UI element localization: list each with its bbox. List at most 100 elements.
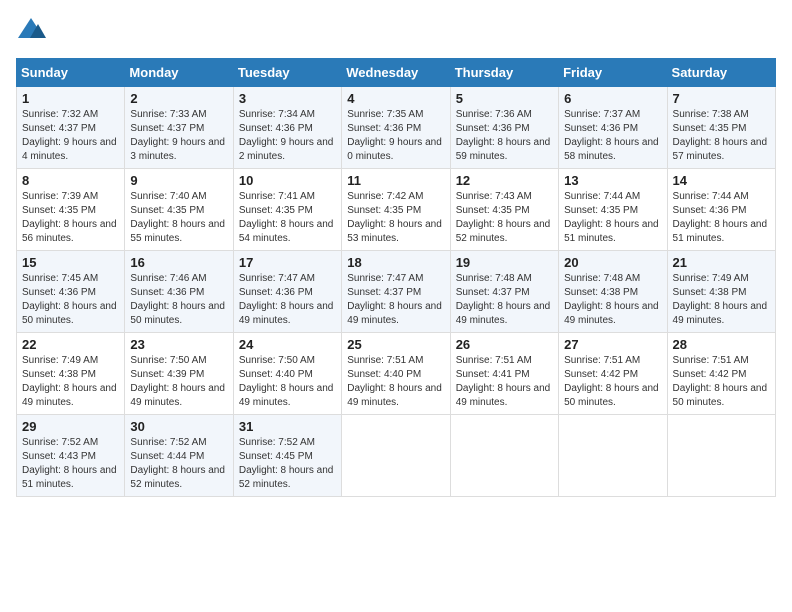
day-number: 4: [347, 91, 444, 106]
day-number: 18: [347, 255, 444, 270]
calendar-cell: 25 Sunrise: 7:51 AMSunset: 4:40 PMDayligh…: [342, 333, 450, 415]
calendar-cell: 14Sunrise: 7:44 AMSunset: 4:36 PMDayligh…: [667, 169, 775, 251]
header-sunday: Sunday: [17, 59, 125, 87]
cell-info: Sunrise: 7:51 AMSunset: 4:42 PMDaylight:…: [564, 355, 659, 408]
header-saturday: Saturday: [667, 59, 775, 87]
cell-info: Sunrise: 7:47 AMSunset: 4:36 PMDaylight:…: [239, 273, 334, 326]
day-number: 20: [564, 255, 661, 270]
day-number: 25: [347, 337, 444, 352]
cell-info: Sunrise: 7:52 AMSunset: 4:44 PMDaylight:…: [130, 437, 225, 490]
calendar-week-row: 15 Sunrise: 7:45 AMSunset: 4:36 PMDayligh…: [17, 251, 776, 333]
calendar-header-row: SundayMondayTuesdayWednesdayThursdayFrid…: [17, 59, 776, 87]
calendar-cell: 20 Sunrise: 7:48 AMSunset: 4:38 PMDayligh…: [559, 251, 667, 333]
calendar-cell: 22 Sunrise: 7:49 AMSunset: 4:38 PMDayligh…: [17, 333, 125, 415]
day-number: 13: [564, 173, 661, 188]
calendar-cell: 7 Sunrise: 7:38 AMSunset: 4:35 PMDaylight…: [667, 87, 775, 169]
cell-info: Sunrise: 7:51 AMSunset: 4:42 PMDaylight:…: [673, 355, 768, 408]
cell-info: Sunrise: 7:44 AMSunset: 4:35 PMDaylight:…: [564, 191, 659, 244]
calendar-week-row: 1 Sunrise: 7:32 AMSunset: 4:37 PMDaylight…: [17, 87, 776, 169]
header-monday: Monday: [125, 59, 233, 87]
calendar-cell: 11 Sunrise: 7:42 AMSunset: 4:35 PMDayligh…: [342, 169, 450, 251]
calendar-cell: 13 Sunrise: 7:44 AMSunset: 4:35 PMDayligh…: [559, 169, 667, 251]
logo: [16, 16, 50, 46]
calendar-cell: 21 Sunrise: 7:49 AMSunset: 4:38 PMDayligh…: [667, 251, 775, 333]
cell-info: Sunrise: 7:51 AMSunset: 4:40 PMDaylight:…: [347, 355, 442, 408]
day-number: 2: [130, 91, 227, 106]
cell-info: Sunrise: 7:52 AMSunset: 4:45 PMDaylight:…: [239, 437, 334, 490]
calendar-week-row: 22 Sunrise: 7:49 AMSunset: 4:38 PMDayligh…: [17, 333, 776, 415]
cell-info: Sunrise: 7:50 AMSunset: 4:40 PMDaylight:…: [239, 355, 334, 408]
calendar-week-row: 8 Sunrise: 7:39 AMSunset: 4:35 PMDaylight…: [17, 169, 776, 251]
calendar-cell: 26 Sunrise: 7:51 AMSunset: 4:41 PMDayligh…: [450, 333, 558, 415]
calendar-cell: 8 Sunrise: 7:39 AMSunset: 4:35 PMDaylight…: [17, 169, 125, 251]
day-number: 3: [239, 91, 336, 106]
calendar-cell: 17Sunrise: 7:47 AMSunset: 4:36 PMDayligh…: [233, 251, 341, 333]
day-number: 15: [22, 255, 119, 270]
day-number: 11: [347, 173, 444, 188]
calendar-cell: [342, 415, 450, 497]
calendar-cell: 6 Sunrise: 7:37 AMSunset: 4:36 PMDaylight…: [559, 87, 667, 169]
day-number: 21: [673, 255, 770, 270]
cell-info: Sunrise: 7:49 AMSunset: 4:38 PMDaylight:…: [673, 273, 768, 326]
day-number: 22: [22, 337, 119, 352]
calendar-cell: 1 Sunrise: 7:32 AMSunset: 4:37 PMDaylight…: [17, 87, 125, 169]
day-number: 19: [456, 255, 553, 270]
cell-info: Sunrise: 7:46 AMSunset: 4:36 PMDaylight:…: [130, 273, 225, 326]
day-number: 30: [130, 419, 227, 434]
cell-info: Sunrise: 7:35 AMSunset: 4:36 PMDaylight:…: [347, 109, 442, 162]
calendar-cell: 28 Sunrise: 7:51 AMSunset: 4:42 PMDayligh…: [667, 333, 775, 415]
day-number: 10: [239, 173, 336, 188]
cell-info: Sunrise: 7:51 AMSunset: 4:41 PMDaylight:…: [456, 355, 551, 408]
day-number: 1: [22, 91, 119, 106]
cell-info: Sunrise: 7:38 AMSunset: 4:35 PMDaylight:…: [673, 109, 768, 162]
calendar-cell: 9Sunrise: 7:40 AMSunset: 4:35 PMDaylight…: [125, 169, 233, 251]
header-tuesday: Tuesday: [233, 59, 341, 87]
cell-info: Sunrise: 7:40 AMSunset: 4:35 PMDaylight:…: [130, 191, 225, 244]
header-thursday: Thursday: [450, 59, 558, 87]
day-number: 27: [564, 337, 661, 352]
calendar-cell: 2 Sunrise: 7:33 AMSunset: 4:37 PMDaylight…: [125, 87, 233, 169]
day-number: 6: [564, 91, 661, 106]
calendar-cell: 29 Sunrise: 7:52 AMSunset: 4:43 PMDayligh…: [17, 415, 125, 497]
header-friday: Friday: [559, 59, 667, 87]
page-header: [16, 16, 776, 46]
day-number: 26: [456, 337, 553, 352]
calendar-cell: 23Sunrise: 7:50 AMSunset: 4:39 PMDayligh…: [125, 333, 233, 415]
day-number: 23: [130, 337, 227, 352]
day-number: 12: [456, 173, 553, 188]
cell-info: Sunrise: 7:49 AMSunset: 4:38 PMDaylight:…: [22, 355, 117, 408]
calendar-cell: 30 Sunrise: 7:52 AMSunset: 4:44 PMDayligh…: [125, 415, 233, 497]
cell-info: Sunrise: 7:52 AMSunset: 4:43 PMDaylight:…: [22, 437, 117, 490]
calendar-cell: 10 Sunrise: 7:41 AMSunset: 4:35 PMDayligh…: [233, 169, 341, 251]
cell-info: Sunrise: 7:32 AMSunset: 4:37 PMDaylight:…: [22, 109, 117, 162]
calendar-cell: 5Sunrise: 7:36 AMSunset: 4:36 PMDaylight…: [450, 87, 558, 169]
cell-info: Sunrise: 7:37 AMSunset: 4:36 PMDaylight:…: [564, 109, 659, 162]
calendar-cell: [450, 415, 558, 497]
calendar-cell: 24 Sunrise: 7:50 AMSunset: 4:40 PMDayligh…: [233, 333, 341, 415]
day-number: 7: [673, 91, 770, 106]
calendar-week-row: 29 Sunrise: 7:52 AMSunset: 4:43 PMDayligh…: [17, 415, 776, 497]
day-number: 24: [239, 337, 336, 352]
calendar-cell: 16Sunrise: 7:46 AMSunset: 4:36 PMDayligh…: [125, 251, 233, 333]
cell-info: Sunrise: 7:48 AMSunset: 4:38 PMDaylight:…: [564, 273, 659, 326]
day-number: 29: [22, 419, 119, 434]
cell-info: Sunrise: 7:33 AMSunset: 4:37 PMDaylight:…: [130, 109, 225, 162]
cell-info: Sunrise: 7:48 AMSunset: 4:37 PMDaylight:…: [456, 273, 551, 326]
cell-info: Sunrise: 7:42 AMSunset: 4:35 PMDaylight:…: [347, 191, 442, 244]
cell-info: Sunrise: 7:45 AMSunset: 4:36 PMDaylight:…: [22, 273, 117, 326]
day-number: 8: [22, 173, 119, 188]
calendar-cell: 15 Sunrise: 7:45 AMSunset: 4:36 PMDayligh…: [17, 251, 125, 333]
calendar-cell: [559, 415, 667, 497]
cell-info: Sunrise: 7:41 AMSunset: 4:35 PMDaylight:…: [239, 191, 334, 244]
calendar-table: SundayMondayTuesdayWednesdayThursdayFrid…: [16, 58, 776, 497]
calendar-cell: 12 Sunrise: 7:43 AMSunset: 4:35 PMDayligh…: [450, 169, 558, 251]
calendar-cell: 4 Sunrise: 7:35 AMSunset: 4:36 PMDaylight…: [342, 87, 450, 169]
day-number: 31: [239, 419, 336, 434]
day-number: 28: [673, 337, 770, 352]
cell-info: Sunrise: 7:44 AMSunset: 4:36 PMDaylight:…: [673, 191, 768, 244]
cell-info: Sunrise: 7:39 AMSunset: 4:35 PMDaylight:…: [22, 191, 117, 244]
cell-info: Sunrise: 7:43 AMSunset: 4:35 PMDaylight:…: [456, 191, 551, 244]
logo-icon: [16, 16, 46, 46]
cell-info: Sunrise: 7:36 AMSunset: 4:36 PMDaylight:…: [456, 109, 551, 162]
calendar-cell: 3Sunrise: 7:34 AMSunset: 4:36 PMDaylight…: [233, 87, 341, 169]
